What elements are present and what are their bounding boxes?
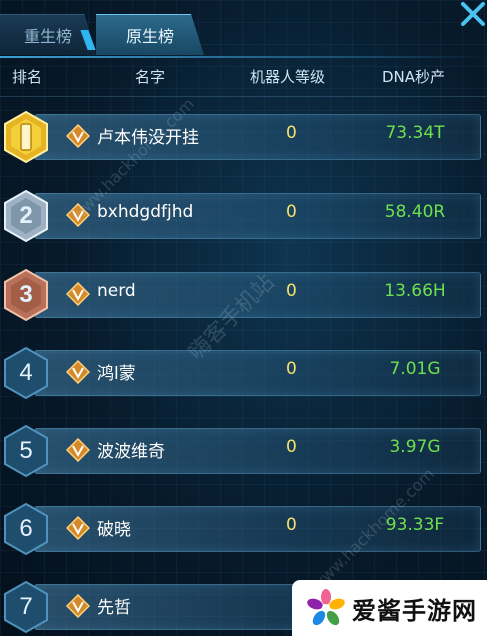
player-name: 先哲 [97, 598, 131, 618]
logo-text: 爱酱手游网 [352, 596, 477, 625]
flower-logo-icon [307, 589, 345, 626]
table-row[interactable]: 5 波波维奇 0 3.97G [0, 420, 487, 480]
table-row[interactable]: 卢本伟没开挂 0 73.34T [0, 106, 487, 166]
dna-per-sec: 7.01G [389, 359, 441, 379]
header-divider [0, 96, 487, 97]
table-row[interactable]: 6 破晓 0 93.33F [0, 498, 487, 558]
robot-level: 0 [286, 515, 297, 535]
rank-number: 2 [19, 202, 33, 229]
player-name: 破晓 [97, 520, 131, 540]
dna-per-sec: 13.66H [384, 281, 446, 301]
vip-v-icon [66, 594, 90, 618]
dna-per-sec: 58.40R [384, 202, 446, 222]
player-name: 波波维奇 [97, 442, 165, 462]
tab-reborn-label: 重生榜 [23, 27, 72, 46]
table-row[interactable]: 3 nerd 0 13.66H [0, 264, 487, 324]
robot-level: 0 [286, 359, 297, 379]
player-name: 卢本伟没开挂 [97, 128, 199, 148]
tab-original-label: 原生榜 [125, 27, 174, 46]
table-row[interactable]: 2 bxhdgdfjhd 0 58.40R [0, 185, 487, 245]
robot-level: 0 [286, 202, 297, 222]
dna-per-sec: 3.97G [389, 437, 441, 457]
header-rank: 排名 [12, 68, 43, 86]
rank-number: 4 [19, 359, 33, 386]
header-dna-per-sec: DNA秒产 [382, 68, 446, 86]
site-logo: 爱酱手游网 [292, 580, 487, 636]
player-name: nerd [97, 281, 136, 301]
dna-per-sec: 93.33F [385, 515, 445, 535]
dna-per-sec: 73.34T [385, 123, 445, 143]
rank-number: 6 [19, 515, 33, 542]
tabs-underline [0, 56, 487, 58]
vip-v-icon [66, 282, 90, 306]
gold-medal-icon [4, 110, 48, 164]
robot-level: 0 [286, 123, 297, 143]
tab-bar: 重生榜 原生榜 [0, 0, 487, 58]
player-name: bxhdgdfjhd [97, 202, 194, 222]
vip-v-icon [66, 360, 90, 384]
table-header: 排名 名字 机器人等级 DNA秒产 [0, 62, 487, 92]
robot-level: 0 [286, 281, 297, 301]
rank-number: 5 [19, 437, 33, 464]
rank-number: 7 [19, 593, 33, 620]
robot-level: 0 [286, 437, 297, 457]
header-robot-level: 机器人等级 [250, 68, 326, 86]
tab-original[interactable]: 原生榜 [96, 14, 204, 55]
player-name: 鸿l蒙 [97, 364, 136, 384]
header-name: 名字 [135, 68, 166, 86]
vip-v-icon [66, 438, 90, 462]
vip-v-icon [66, 124, 90, 148]
vip-v-icon [66, 516, 90, 540]
close-icon[interactable] [457, 0, 487, 30]
rank-number: 3 [19, 281, 33, 308]
vip-v-icon [66, 203, 90, 227]
table-row[interactable]: 4 鸿l蒙 0 7.01G [0, 342, 487, 402]
